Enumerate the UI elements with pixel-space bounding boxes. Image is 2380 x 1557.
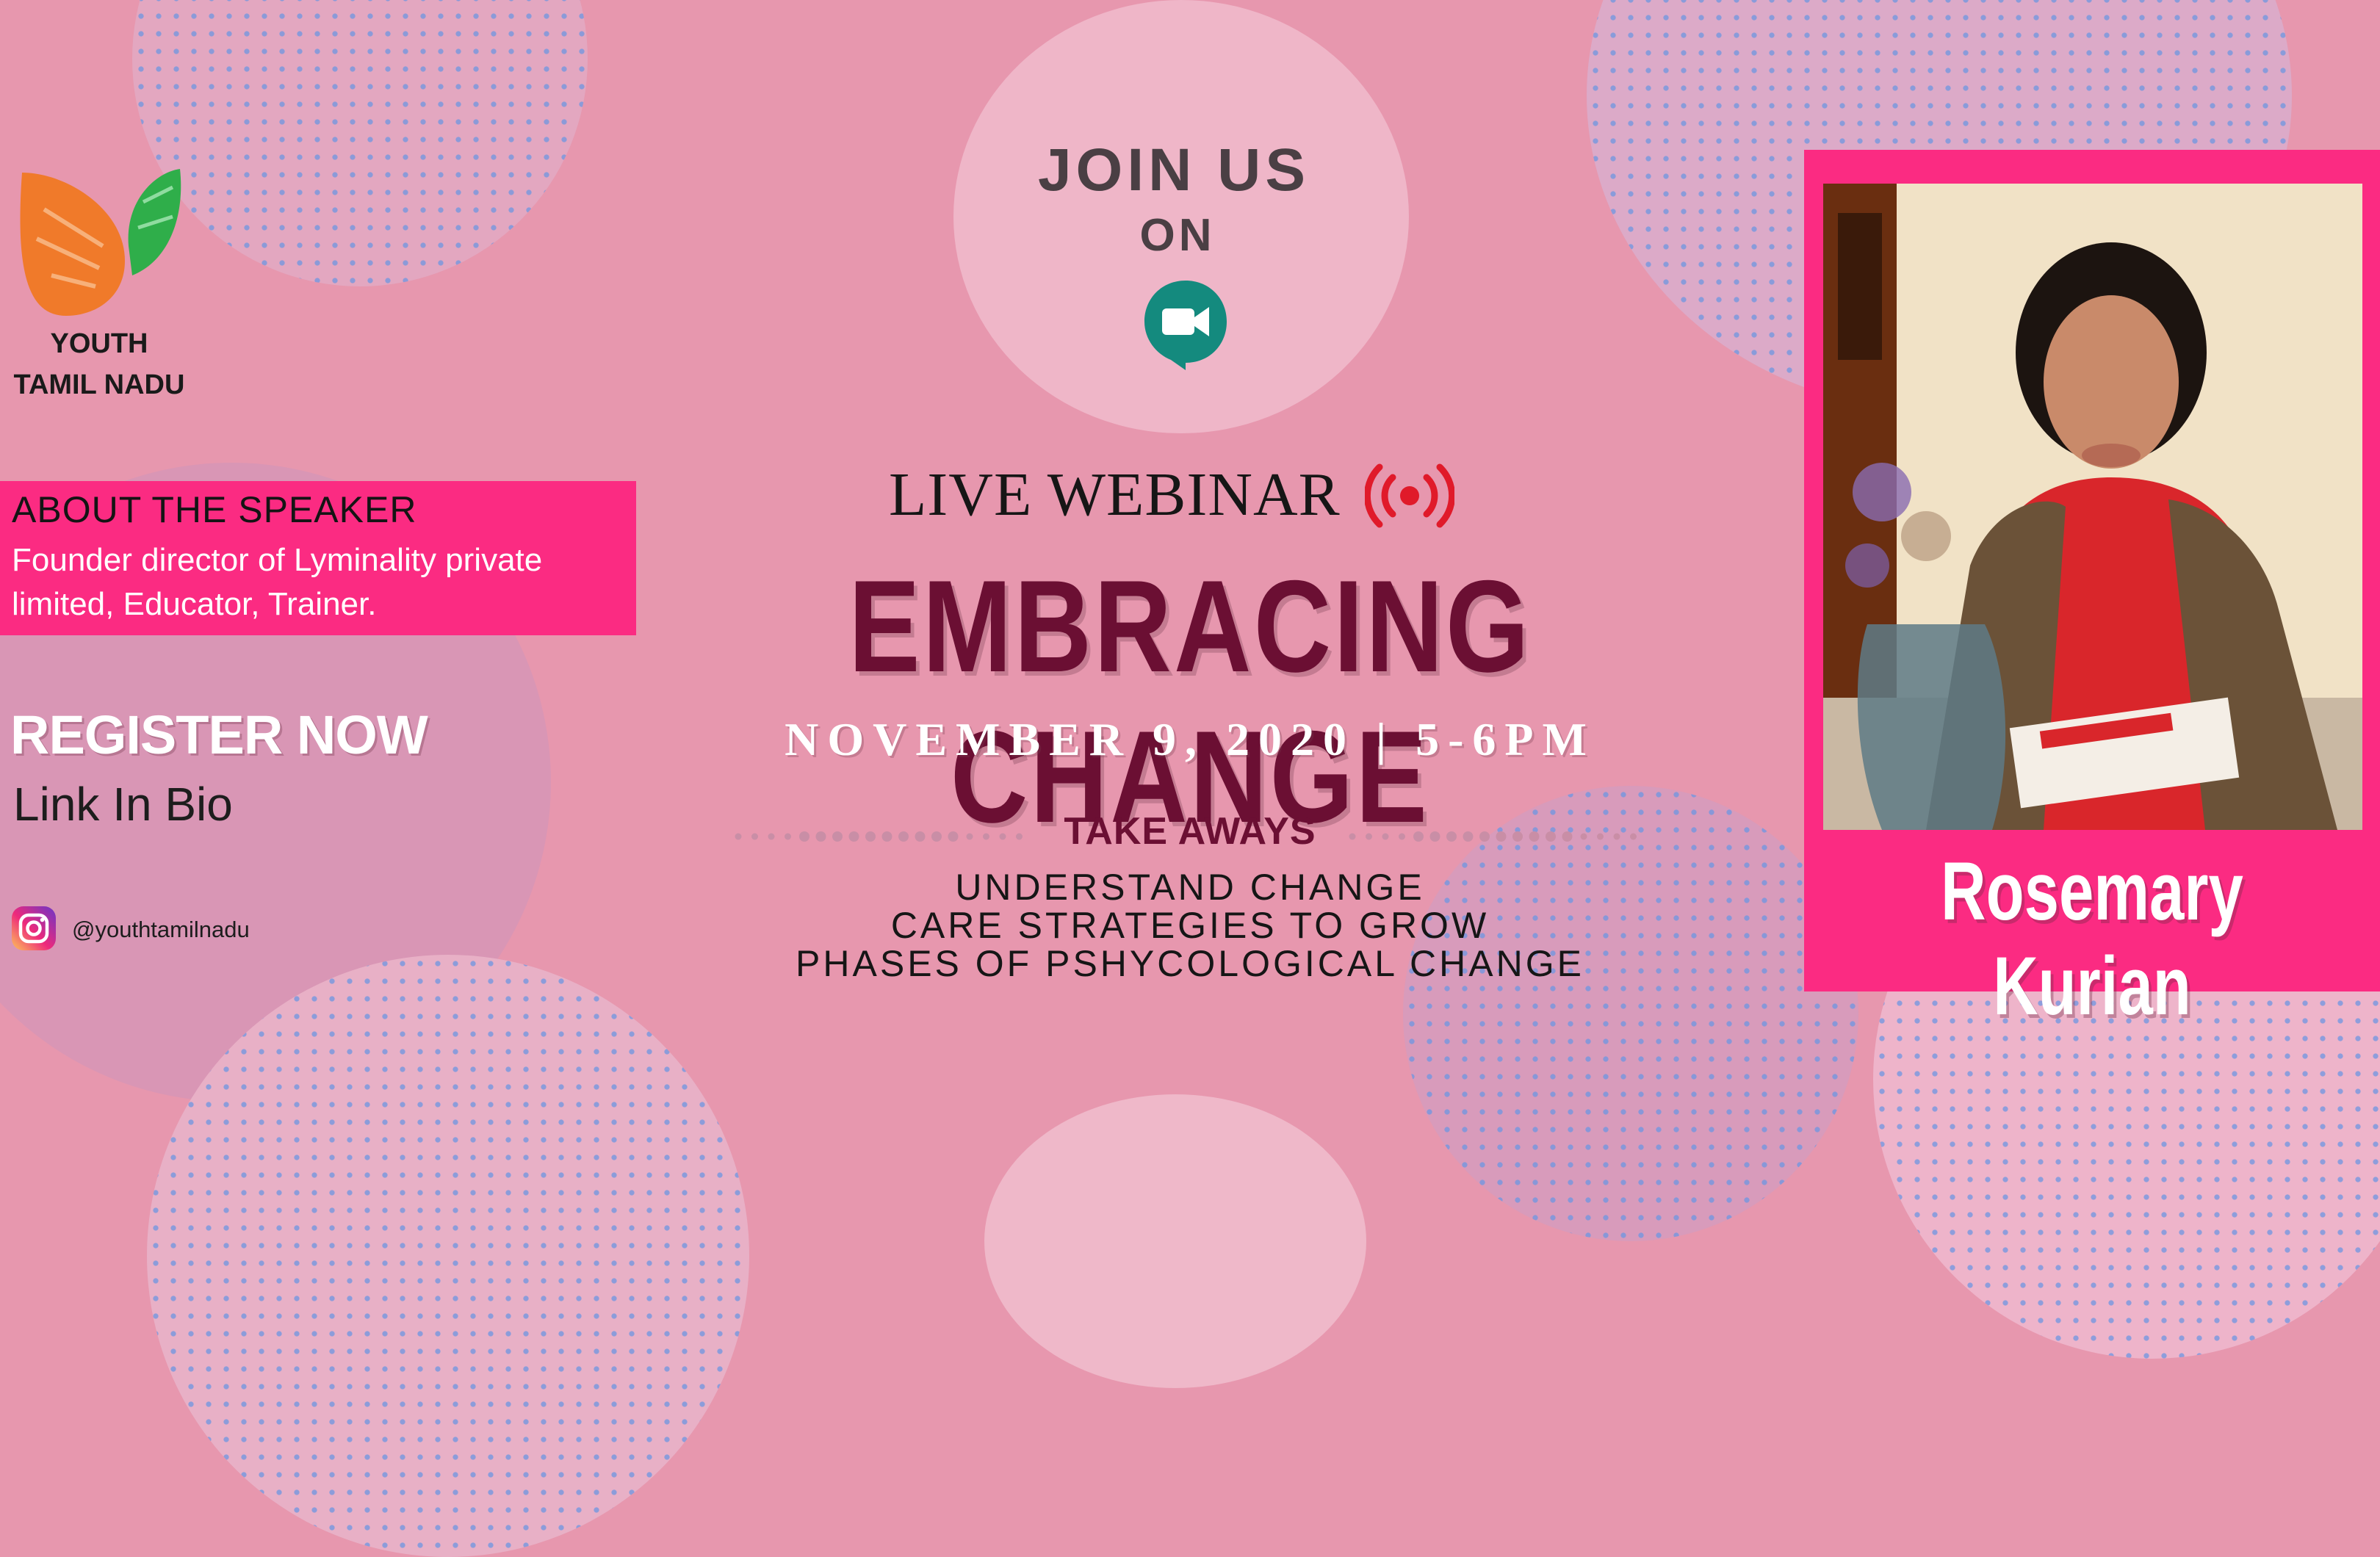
divider-dot	[915, 831, 926, 842]
divider-dot	[1512, 831, 1523, 842]
divider-dot	[785, 833, 791, 840]
divider-dot	[815, 831, 826, 842]
instagram-icon	[12, 906, 56, 950]
takeaway-item: CARE STRATEGIES TO GROW	[890, 905, 1490, 946]
brand-name-line1: YOUTH	[50, 328, 148, 359]
divider-dot	[1496, 831, 1507, 842]
bg-bubble-bottom-mid-right	[1403, 786, 1858, 1241]
divider-dot	[1597, 833, 1604, 840]
live-broadcast-icon	[1365, 463, 1454, 528]
divider-dot	[1580, 833, 1587, 840]
bg-bubble-bottom-left	[147, 955, 749, 1557]
takeaways-heading: TAKE AWAYS	[1064, 810, 1316, 853]
divider-dot	[1546, 831, 1556, 842]
divider-dot	[1479, 831, 1490, 842]
about-speaker-description: Founder director of Lyminality private l…	[12, 542, 543, 622]
divider-dot	[865, 831, 876, 842]
speaker-photo-card: Rosemary Kurian	[1804, 150, 2380, 1032]
join-us-heading: JOIN US	[1037, 137, 1310, 203]
divider-dot	[881, 831, 892, 842]
youth-tamil-nadu-logo-icon	[20, 169, 181, 316]
link-in-bio-label: Link In Bio	[13, 778, 233, 831]
divider-dot	[1562, 831, 1573, 842]
webinar-date-time: NOVEMBER 9, 2020 | 5-6PM	[785, 713, 1595, 765]
divider-dot	[1529, 831, 1540, 842]
about-speaker-heading: ABOUT THE SPEAKER	[12, 489, 417, 530]
divider-dot	[848, 831, 859, 842]
speaker-name: Rosemary Kurian	[1941, 845, 2243, 1032]
divider-dot	[1613, 833, 1620, 840]
speaker-photo	[1823, 184, 2362, 830]
bg-bubble-top-left	[132, 0, 588, 286]
divider-dot	[1446, 831, 1457, 842]
divider-dot	[768, 833, 775, 840]
about-speaker-box: ABOUT THE SPEAKER Founder director of Ly…	[0, 481, 636, 635]
divider-dot	[898, 831, 909, 842]
divider-dot	[948, 831, 959, 842]
webinar-title: EMBRACING CHANGE	[848, 553, 1532, 850]
instagram-handle[interactable]: @youthtamilnadu	[72, 917, 250, 943]
divider-dot	[931, 831, 942, 842]
bg-bubble-bottom-center	[984, 1094, 1366, 1388]
join-on-label: ON	[1139, 210, 1216, 261]
divider-dot	[735, 833, 742, 840]
google-meet-icon	[1144, 281, 1227, 370]
register-now-label: REGISTER NOW	[10, 704, 428, 765]
takeaway-item: UNDERSTAND CHANGE	[955, 867, 1425, 908]
takeaways-list: UNDERSTAND CHANGE CARE STRATEGIES TO GRO…	[749, 868, 1631, 983]
divider-dot	[1630, 833, 1637, 840]
divider-dot	[1429, 831, 1440, 842]
divider-dot	[751, 833, 758, 840]
divider-dot	[1463, 831, 1474, 842]
divider-dot	[1413, 831, 1424, 842]
brand-name-line2: TAMIL NADU	[13, 369, 185, 400]
live-webinar-label: LIVE WEBINAR	[889, 460, 1341, 529]
brand-name: YOUTH TAMIL NADU	[0, 323, 198, 405]
divider-dot	[799, 831, 809, 842]
takeaway-item: PHASES OF PSHYCOLOGICAL CHANGE	[796, 943, 1584, 984]
divider-dot	[832, 831, 843, 842]
